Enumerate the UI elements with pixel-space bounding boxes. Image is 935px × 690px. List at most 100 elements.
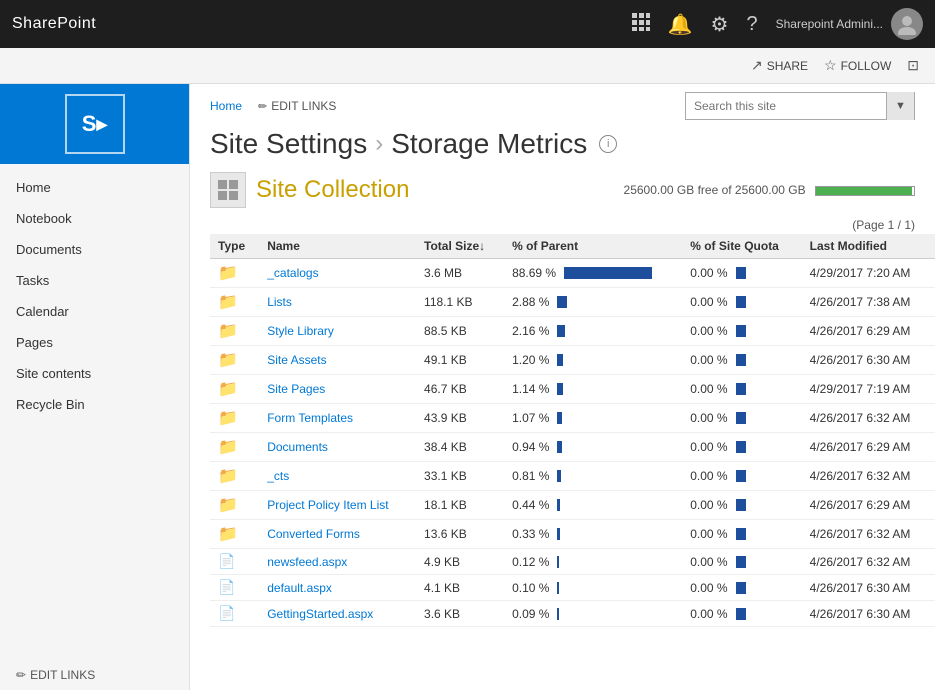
table-row: 📁 Documents 38.4 KB 0.94 % 0.00 % 4/26/2… (210, 433, 935, 462)
name-link[interactable]: _catalogs (267, 266, 318, 280)
cell-pct-quota: 0.00 % (682, 404, 801, 433)
parent-bar (557, 383, 563, 395)
sidebar-item-pages[interactable]: Pages (0, 327, 189, 358)
search-submit-button[interactable]: ▼ (886, 92, 914, 120)
col-last-modified: Last Modified (802, 234, 935, 259)
search-box[interactable]: ▼ (685, 92, 915, 120)
follow-button[interactable]: ☆ FOLLOW (824, 57, 891, 74)
sidebar-item-site-contents[interactable]: Site contents (0, 358, 189, 389)
cell-pct-parent: 0.94 % (504, 433, 682, 462)
cell-name: Lists (259, 288, 416, 317)
name-link[interactable]: Project Policy Item List (267, 498, 388, 512)
cell-last-modified: 4/26/2017 6:32 AM (802, 404, 935, 433)
name-link[interactable]: Style Library (267, 324, 334, 338)
parent-bar (557, 470, 561, 482)
table-row: 📁 Site Assets 49.1 KB 1.20 % 0.00 % 4/26… (210, 346, 935, 375)
cell-pct-quota: 0.00 % (682, 259, 801, 288)
col-size[interactable]: Total Size↓ (416, 234, 504, 259)
share-icon: ↗ (751, 57, 763, 74)
name-link[interactable]: Form Templates (267, 411, 353, 425)
quota-bar (736, 528, 746, 540)
settings-icon[interactable]: ⚙ (711, 12, 729, 37)
sidebar-item-tasks[interactable]: Tasks (0, 265, 189, 296)
breadcrumb-home[interactable]: Home (210, 99, 242, 113)
cell-pct-parent: 0.10 % (504, 575, 682, 601)
name-link[interactable]: Site Assets (267, 353, 326, 367)
parent-bar (557, 582, 559, 594)
edit-links-label: EDIT LINKS (271, 99, 336, 113)
file-icon: 📄 (218, 605, 235, 621)
sidebar-item-notebook[interactable]: Notebook (0, 203, 189, 234)
notifications-icon[interactable]: 🔔 (668, 12, 693, 37)
cell-name: Form Templates (259, 404, 416, 433)
cell-name: Style Library (259, 317, 416, 346)
folder-icon: 📁 (218, 439, 238, 456)
pencil-icon: ✏ (16, 668, 26, 682)
site-logo: S ▶ (0, 84, 189, 164)
search-input[interactable] (686, 99, 886, 113)
quota-bar (736, 556, 746, 568)
cell-pct-quota: 0.00 % (682, 601, 801, 627)
folder-icon: 📁 (218, 294, 238, 311)
sidebar-item-label: Site contents (16, 366, 91, 381)
name-link[interactable]: Lists (267, 295, 292, 309)
sidebar-edit-links[interactable]: ✏ EDIT LINKS (0, 660, 189, 690)
cell-pct-parent: 0.81 % (504, 462, 682, 491)
name-link[interactable]: default.aspx (267, 581, 332, 595)
table-row: 📁 Form Templates 43.9 KB 1.07 % 0.00 % 4… (210, 404, 935, 433)
cell-size: 43.9 KB (416, 404, 504, 433)
col-name[interactable]: Name (259, 234, 416, 259)
table-row: 📄 GettingStarted.aspx 3.6 KB 0.09 % 0.00… (210, 601, 935, 627)
sidebar-item-recycle-bin[interactable]: Recycle Bin (0, 389, 189, 420)
name-link[interactable]: newsfeed.aspx (267, 555, 347, 569)
parent-bar (557, 412, 562, 424)
cell-last-modified: 4/26/2017 6:29 AM (802, 433, 935, 462)
name-link[interactable]: Documents (267, 440, 328, 454)
sharepoint-logo: SharePoint (12, 15, 632, 33)
site-icon (210, 172, 246, 208)
table-row: 📁 _cts 33.1 KB 0.81 % 0.00 % 4/26/2017 6… (210, 462, 935, 491)
cell-name: Documents (259, 433, 416, 462)
cell-size: 3.6 KB (416, 601, 504, 627)
cell-type: 📄 (210, 549, 259, 575)
page-info: (Page 1 / 1) (852, 218, 915, 232)
site-collection-title: Site Collection (210, 172, 409, 208)
cell-pct-quota: 0.00 % (682, 491, 801, 520)
popout-button[interactable]: ⊡ (907, 57, 919, 74)
pencil-icon: ✏ (258, 100, 267, 113)
storage-bar (815, 186, 915, 196)
help-icon[interactable]: ? (746, 13, 757, 36)
file-icon: 📄 (218, 553, 235, 569)
sidebar-nav: Home Notebook Documents Tasks Calendar P… (0, 164, 189, 660)
sidebar-item-label: Documents (16, 242, 82, 257)
quota-bar (736, 608, 746, 620)
cell-name: Site Assets (259, 346, 416, 375)
edit-links-button[interactable]: ✏ EDIT LINKS (258, 99, 336, 113)
share-button[interactable]: ↗ SHARE (751, 57, 808, 74)
storage-info: 25600.00 GB free of 25600.00 GB (624, 183, 915, 197)
table-row: 📄 default.aspx 4.1 KB 0.10 % 0.00 % 4/26… (210, 575, 935, 601)
cell-size: 49.1 KB (416, 346, 504, 375)
cell-type: 📁 (210, 433, 259, 462)
name-link[interactable]: Site Pages (267, 382, 325, 396)
folder-icon: 📁 (218, 468, 238, 485)
parent-bar (557, 325, 565, 337)
table-row: 📁 Converted Forms 13.6 KB 0.33 % 0.00 % … (210, 520, 935, 549)
cell-name: _catalogs (259, 259, 416, 288)
sidebar-item-documents[interactable]: Documents (0, 234, 189, 265)
waffle-icon[interactable] (632, 13, 650, 36)
cell-pct-quota: 0.00 % (682, 462, 801, 491)
name-link[interactable]: GettingStarted.aspx (267, 607, 373, 621)
name-link[interactable]: _cts (267, 469, 289, 483)
cell-last-modified: 4/26/2017 6:30 AM (802, 575, 935, 601)
parent-bar (557, 528, 560, 540)
edit-links-label: EDIT LINKS (30, 668, 95, 682)
page-subtitle: Storage Metrics (391, 128, 587, 160)
name-link[interactable]: Converted Forms (267, 527, 360, 541)
info-icon[interactable]: i (599, 135, 617, 153)
sidebar-item-home[interactable]: Home (0, 172, 189, 203)
user-menu[interactable]: Sharepoint Admini... (776, 8, 923, 40)
sidebar-item-calendar[interactable]: Calendar (0, 296, 189, 327)
user-name: Sharepoint Admini... (776, 17, 883, 31)
content-header: Home ✏ EDIT LINKS ▼ (190, 84, 935, 120)
